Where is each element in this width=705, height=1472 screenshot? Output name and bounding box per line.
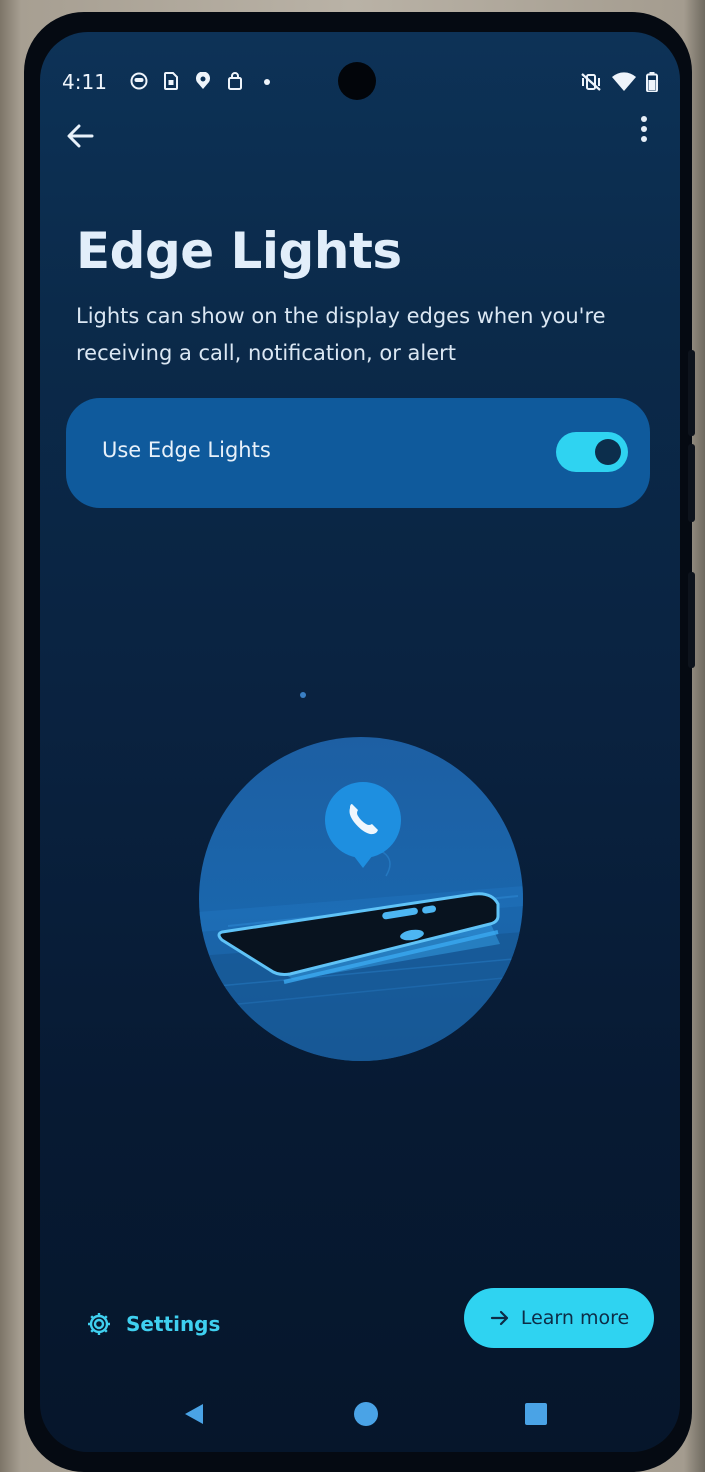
decorative-dot: [300, 692, 306, 698]
screen: 4:11 Edge Lights Lights can show on the …: [40, 32, 680, 1452]
power-button: [688, 572, 695, 668]
settings-label: Settings: [126, 1312, 221, 1336]
front-camera: [338, 62, 376, 100]
settings-button[interactable]: Settings: [86, 1304, 220, 1344]
volume-button: [688, 444, 695, 522]
shopping-bag-icon: [226, 72, 244, 90]
gear-icon: [88, 1313, 110, 1335]
page-description: Lights can show on the display edges whe…: [76, 304, 606, 365]
arrow-right-icon: [490, 1310, 508, 1326]
toggle-label: Use Edge Lights: [102, 438, 271, 462]
system-icons: [580, 72, 658, 96]
edge-lights-switch[interactable]: [556, 432, 628, 472]
sim-icon: [162, 72, 180, 90]
battery-icon: [646, 72, 658, 96]
navigation-bar: [40, 1394, 680, 1434]
switch-knob: [595, 439, 621, 465]
back-button[interactable]: [62, 118, 98, 154]
status-time: 4:11: [62, 70, 107, 94]
recents-square-icon: [525, 1403, 547, 1425]
back-arrow-icon: [67, 124, 94, 148]
more-dot-icon: [258, 72, 276, 90]
face-icon: [130, 72, 148, 90]
back-triangle-icon: [185, 1404, 203, 1424]
more-vert-icon: [634, 116, 654, 142]
learn-more-button[interactable]: Learn more: [464, 1288, 654, 1348]
edge-lights-illustration: [199, 737, 523, 1061]
nav-back-button[interactable]: [174, 1394, 214, 1434]
use-edge-lights-toggle-row[interactable]: Use Edge Lights: [66, 398, 650, 508]
notification-icons: [130, 71, 276, 90]
wifi-icon: [612, 72, 636, 96]
nav-home-button[interactable]: [346, 1394, 386, 1434]
volume-button: [688, 350, 695, 436]
page-title: Edge Lights: [76, 222, 402, 280]
vibrate-off-icon: [580, 72, 602, 96]
learn-more-label: Learn more: [520, 1307, 630, 1329]
nav-recents-button[interactable]: [516, 1394, 556, 1434]
more-options-button[interactable]: [634, 112, 654, 148]
home-circle-icon: [354, 1402, 378, 1426]
location-pin-icon: [194, 71, 212, 90]
